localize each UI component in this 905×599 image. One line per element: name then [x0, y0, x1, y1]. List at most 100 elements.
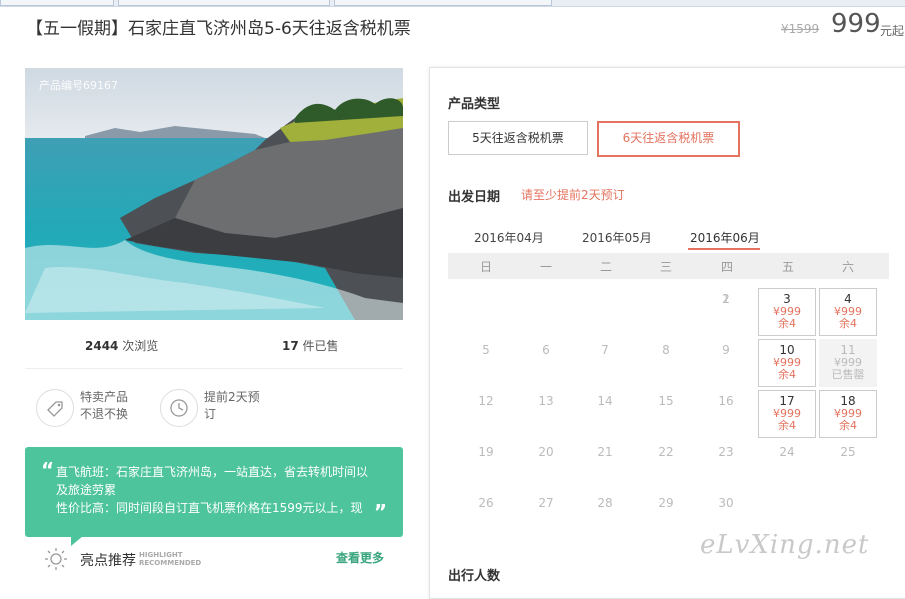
promo-pointer: [71, 536, 83, 546]
calendar-day: 13: [517, 390, 575, 438]
calendar-day: 19: [457, 441, 515, 489]
day-number: 19: [478, 445, 494, 459]
day-stock: 余4: [778, 419, 796, 432]
highlight-label: 亮点推荐: [80, 553, 136, 569]
day-number: 15: [658, 394, 674, 408]
calendar-day[interactable]: 3 ¥999 余4: [758, 288, 816, 336]
day-stock: 余4: [839, 419, 857, 432]
calendar-day: 24: [758, 441, 816, 489]
calendar-day: 21: [576, 441, 634, 489]
weekday-label: 四: [720, 260, 733, 274]
day-number: 12: [478, 394, 494, 408]
day-stock: 余4: [839, 317, 857, 330]
day-number: 17: [779, 394, 795, 408]
day-number: 24: [779, 445, 795, 459]
watermark: eLvXing.net: [700, 530, 870, 560]
day-number: 11: [840, 343, 856, 357]
calendar-day: 28: [576, 492, 634, 540]
day-number: 5: [482, 343, 490, 357]
day-number: 7: [601, 343, 609, 357]
view-count: 2444 次浏览: [85, 339, 159, 353]
calendar-day: 22: [637, 441, 695, 489]
product-code: 产品编号69167: [39, 79, 118, 92]
tag-icon: [36, 389, 74, 427]
browser-tab[interactable]: [0, 0, 114, 6]
day-stock: 余4: [778, 368, 796, 381]
price-unit: 元起: [880, 24, 905, 38]
feature-line: 特卖产品: [80, 390, 129, 404]
day-number: 4: [844, 292, 852, 306]
day-number: 16: [718, 394, 734, 408]
day-number: 18: [840, 394, 856, 408]
day-number: 9: [722, 343, 730, 357]
booking-hint: 请至少提前2天预订: [521, 188, 625, 202]
calendar-day: 25: [819, 441, 877, 489]
calendar-day: 26: [457, 492, 515, 540]
sun-icon: [45, 548, 67, 570]
option-5-day[interactable]: 5天往返含税机票: [448, 121, 588, 155]
day-number: 28: [597, 496, 613, 510]
day-number: 10: [779, 343, 795, 357]
feature-line: 不退不换: [80, 407, 129, 421]
divider: [25, 368, 403, 369]
feature-line: 订: [204, 407, 217, 421]
calendar-day[interactable]: 10 ¥999 余4: [758, 339, 816, 387]
calendar-day: 20: [517, 441, 575, 489]
browser-tab-strip: [0, 0, 905, 7]
day-number: 26: [478, 496, 494, 510]
browser-tab[interactable]: [334, 0, 552, 6]
day-number: 3: [783, 292, 791, 306]
calendar-day: 8: [637, 339, 695, 387]
promo-box: “ 直飞航班：石家庄直飞济州岛，一站直达，省去转机时间以及旅途劳累 性价比高：同…: [25, 447, 403, 546]
day-number: 6: [542, 343, 550, 357]
day-stock: 已售罄: [831, 368, 865, 381]
feature-line: 提前2天预: [204, 390, 260, 404]
day-number: 22: [658, 445, 674, 459]
close-quote-icon: ”: [373, 500, 387, 524]
day-number: 8: [662, 343, 670, 357]
day-number: 21: [597, 445, 613, 459]
calendar-day: 27: [517, 492, 575, 540]
tab-month-may[interactable]: 2016年05月: [582, 229, 652, 246]
original-price: ¥1599: [781, 22, 820, 36]
product-title: 【五一假期】石家庄直飞济州岛5-6天往返含税机票: [26, 19, 411, 39]
calendar-day: 12: [457, 390, 515, 438]
day-number: 27: [538, 496, 554, 510]
sale-price: 999: [831, 9, 881, 39]
weekday-label: 三: [659, 260, 672, 274]
active-month-indicator: [688, 248, 760, 250]
weekday-label: 日: [479, 260, 492, 274]
day-number: 23: [718, 445, 734, 459]
browser-tab[interactable]: [118, 0, 330, 6]
day-stock: 余4: [778, 317, 796, 330]
calendar-day: 14: [576, 390, 634, 438]
calendar-day: 16: [697, 390, 755, 438]
day-number: 20: [538, 445, 554, 459]
calendar-day[interactable]: 17 ¥999 余4: [758, 390, 816, 438]
option-6-day[interactable]: 6天往返含税机票: [597, 121, 740, 157]
calendar-day[interactable]: 18 ¥999 余4: [819, 390, 877, 438]
day-number: 14: [597, 394, 613, 408]
weekday-label: 六: [841, 260, 854, 274]
jeju-coast-image: [25, 68, 403, 320]
tab-month-june[interactable]: 2016年06月: [690, 229, 760, 246]
weekday-label: 二: [599, 260, 612, 274]
day-number: 30: [718, 496, 734, 510]
day-number: 25: [840, 445, 856, 459]
calendar-day: 6: [517, 339, 575, 387]
day-number: 13: [538, 394, 554, 408]
day-number: 2: [722, 292, 730, 306]
calendar-day: 5: [457, 339, 515, 387]
tab-month-april[interactable]: 2016年04月: [474, 229, 544, 246]
product-type-title: 产品类型: [448, 97, 501, 112]
weekday-label: 五: [781, 260, 794, 274]
promo-line-2: 性价比高：同时间段自订直飞机票价格在1599元以上，现: [56, 501, 363, 515]
clock-icon: [160, 389, 198, 427]
travelers-title: 出行人数: [448, 569, 501, 584]
calendar-day[interactable]: 4 ¥999 余4: [819, 288, 877, 336]
calendar-day: 7: [576, 339, 634, 387]
sold-count: 17 件已售: [282, 339, 339, 353]
view-more-link[interactable]: 查看更多: [336, 549, 384, 566]
product-photo[interactable]: 产品编号69167: [25, 68, 403, 320]
open-quote-icon: “: [41, 458, 55, 482]
